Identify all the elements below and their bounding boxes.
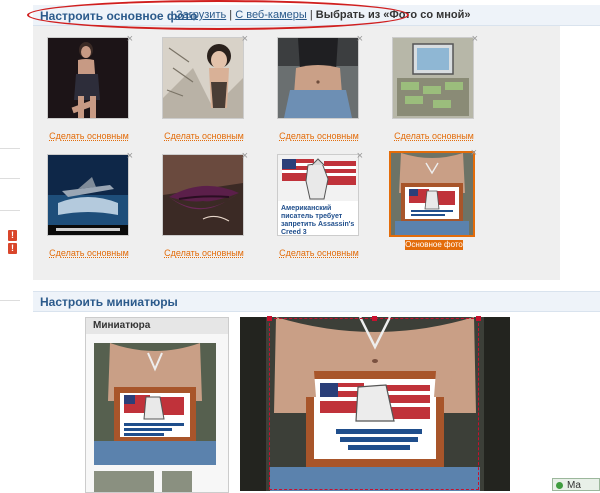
make-main-link[interactable]: Сделать основным xyxy=(277,131,361,141)
thumbnail-preview-image xyxy=(94,343,216,465)
thumbnail-small-image xyxy=(94,471,154,492)
thumbnail-preview-box: Миниатюра xyxy=(85,317,229,493)
online-status-icon xyxy=(556,482,563,489)
thumbnails-title: Настроить миниатюры xyxy=(40,295,178,309)
thumbnails-header: Настроить миниатюры xyxy=(33,291,600,312)
thumbnail-tiny-image xyxy=(162,471,192,492)
close-icon[interactable]: × xyxy=(357,150,363,162)
make-main-link[interactable]: Сделать основным xyxy=(47,131,131,141)
make-main-link[interactable]: Сделать основным xyxy=(392,131,476,141)
make-main-link[interactable]: Сделать основным xyxy=(162,131,246,141)
photo-thumbnail[interactable] xyxy=(389,151,475,237)
photo-thumbnail[interactable] xyxy=(47,37,129,119)
crop-handle[interactable] xyxy=(267,316,272,321)
status-label: Ma xyxy=(567,480,581,491)
crop-selection[interactable] xyxy=(269,318,479,490)
close-icon[interactable]: × xyxy=(472,33,478,45)
close-icon[interactable]: × xyxy=(471,147,477,159)
divider xyxy=(0,148,20,149)
crop-handle[interactable] xyxy=(372,316,377,321)
alert-icon[interactable]: ! xyxy=(8,230,17,241)
photo-thumbnail[interactable] xyxy=(277,37,359,119)
crop-handle[interactable] xyxy=(476,316,481,321)
photo-thumbnail[interactable] xyxy=(162,37,244,119)
photo-caption: Американский писатель требует запретить … xyxy=(281,205,355,236)
photo-thumbnail[interactable] xyxy=(162,154,244,236)
annotation-oval xyxy=(27,0,409,30)
thumbnail-preview-title: Миниатюра xyxy=(86,318,228,334)
close-icon[interactable]: × xyxy=(357,33,363,45)
close-icon[interactable]: × xyxy=(127,33,133,45)
photo-thumbnail[interactable] xyxy=(392,37,474,119)
left-rail: ! ! xyxy=(0,0,24,491)
current-main-badge: Основное фото xyxy=(405,240,463,250)
make-main-link[interactable]: Сделать основным xyxy=(277,248,361,258)
make-main-link[interactable]: Сделать основным xyxy=(162,248,246,258)
divider xyxy=(0,300,20,301)
close-icon[interactable]: × xyxy=(242,33,248,45)
close-icon[interactable]: × xyxy=(242,150,248,162)
divider xyxy=(0,210,20,211)
divider xyxy=(0,178,20,179)
alert-icon[interactable]: ! xyxy=(8,243,17,254)
make-main-link[interactable]: Сделать основным xyxy=(47,248,131,258)
photo-thumbnail[interactable] xyxy=(47,154,129,236)
photo-thumbnail[interactable]: Американский писатель требует запретить … xyxy=(277,154,359,236)
status-widget[interactable]: Ma xyxy=(552,478,600,491)
close-icon[interactable]: × xyxy=(127,150,133,162)
